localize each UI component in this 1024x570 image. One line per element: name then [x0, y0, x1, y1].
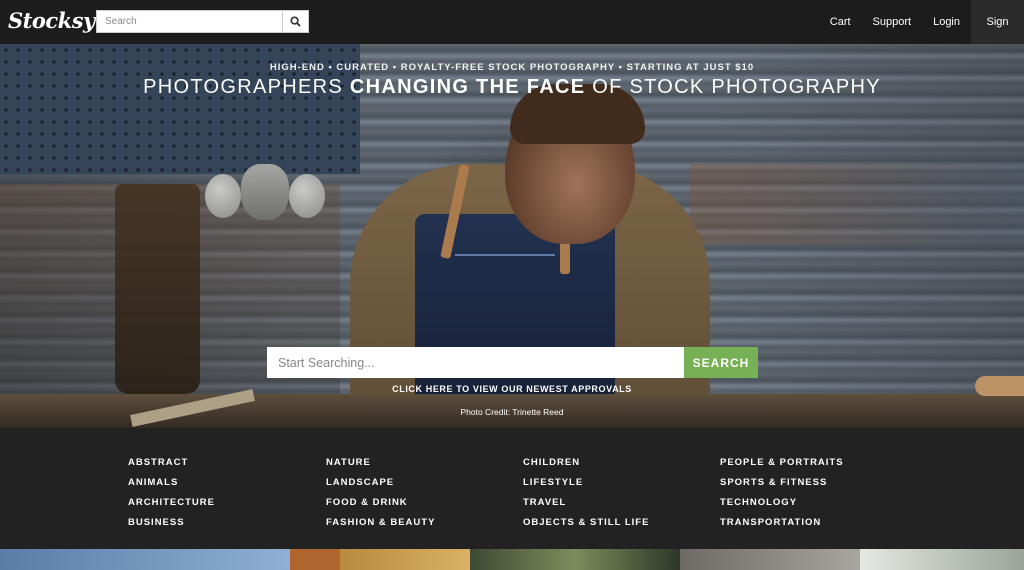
- category-link[interactable]: NATURE: [326, 453, 435, 473]
- hero-search-input[interactable]: [267, 347, 684, 378]
- hero-kicker: HIGH-END • CURATED • ROYALTY-FREE STOCK …: [269, 62, 755, 73]
- category-link[interactable]: ARCHITECTURE: [128, 493, 215, 513]
- category-link[interactable]: FOOD & DRINK: [326, 493, 435, 513]
- hero-title-post: OF STOCK PHOTOGRAPHY: [585, 76, 881, 98]
- hero-title: PHOTOGRAPHERS CHANGING THE FACE OF STOCK…: [0, 76, 1024, 99]
- featured-photo-strip: [0, 549, 1024, 570]
- category-column-4: PEOPLE & PORTRAITS SPORTS & FITNESS TECH…: [720, 453, 844, 533]
- category-link[interactable]: FASHION & BEAUTY: [326, 513, 435, 533]
- category-menu: ABSTRACT ANIMALS ARCHITECTURE BUSINESS N…: [0, 428, 1024, 549]
- featured-photo[interactable]: [340, 549, 470, 570]
- category-link[interactable]: ANIMALS: [128, 473, 215, 493]
- category-column-1: ABSTRACT ANIMALS ARCHITECTURE BUSINESS: [128, 453, 215, 533]
- category-link[interactable]: TRAVEL: [523, 493, 649, 513]
- category-column-2: NATURE LANDSCAPE FOOD & DRINK FASHION & …: [326, 453, 435, 533]
- category-link[interactable]: CHILDREN: [523, 453, 649, 473]
- category-column-3: CHILDREN LIFESTYLE TRAVEL OBJECTS & STIL…: [523, 453, 649, 533]
- featured-photo[interactable]: [470, 549, 680, 570]
- category-link[interactable]: ABSTRACT: [128, 453, 215, 473]
- photo-credit: Photo Credit: Trinette Reed: [460, 407, 564, 417]
- hero-title-bold: CHANGING THE FACE: [349, 76, 586, 98]
- nav-signup-button[interactable]: Sign Up: [971, 0, 1024, 72]
- header-search-input[interactable]: [97, 11, 283, 32]
- category-link[interactable]: TECHNOLOGY: [720, 493, 844, 513]
- nav-login-link[interactable]: Login: [922, 0, 971, 44]
- category-link[interactable]: BUSINESS: [128, 513, 215, 533]
- header-search: [96, 10, 309, 33]
- header-search-button[interactable]: [282, 11, 308, 32]
- top-navbar: Stocksy Cart Support Login Sign Up: [0, 0, 1024, 72]
- header-nav: Cart Support Login Sign Up: [819, 0, 1024, 72]
- nav-cart-link[interactable]: Cart: [819, 0, 862, 44]
- featured-photo[interactable]: [680, 549, 860, 570]
- hero-search: SEARCH: [267, 347, 758, 378]
- featured-photo[interactable]: [0, 549, 290, 570]
- nav-support-link[interactable]: Support: [862, 0, 923, 44]
- featured-photo[interactable]: [860, 549, 1024, 570]
- hero-banner: HIGH-END • CURATED • ROYALTY-FREE STOCK …: [0, 44, 1024, 428]
- category-link[interactable]: LIFESTYLE: [523, 473, 649, 493]
- category-link[interactable]: OBJECTS & STILL LIFE: [523, 513, 649, 533]
- featured-photo[interactable]: [290, 549, 340, 570]
- search-icon: [290, 16, 301, 27]
- category-link[interactable]: SPORTS & FITNESS: [720, 473, 844, 493]
- category-link[interactable]: PEOPLE & PORTRAITS: [720, 453, 844, 473]
- category-link[interactable]: LANDSCAPE: [326, 473, 435, 493]
- newest-approvals-link[interactable]: CLICK HERE TO VIEW OUR NEWEST APPROVALS: [0, 384, 1024, 394]
- stocksy-logo[interactable]: Stocksy: [8, 8, 95, 33]
- hero-title-pre: PHOTOGRAPHERS: [143, 76, 350, 98]
- hero-search-button[interactable]: SEARCH: [684, 347, 758, 378]
- category-link[interactable]: TRANSPORTATION: [720, 513, 844, 533]
